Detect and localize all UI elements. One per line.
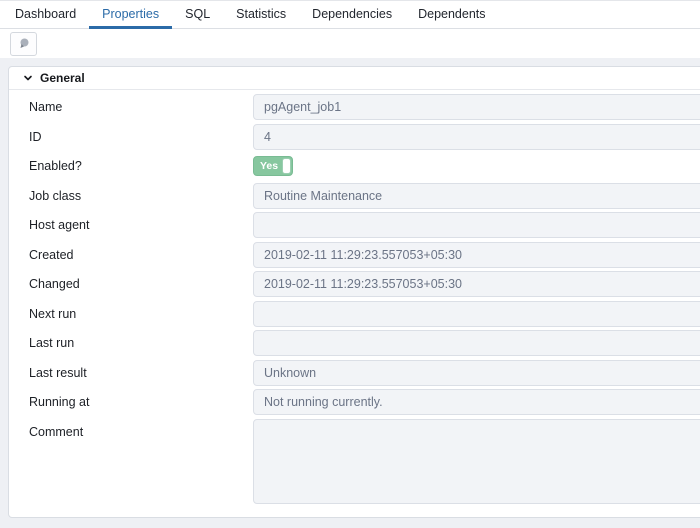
job-class-label: Job class: [29, 183, 253, 209]
tab-properties[interactable]: Properties: [89, 1, 172, 29]
created-field[interactable]: 2019-02-11 11:29:23.557053+05:30: [253, 242, 700, 268]
running-at-field[interactable]: Not running currently.: [253, 389, 700, 415]
comment-field[interactable]: [253, 419, 700, 504]
changed-field[interactable]: 2019-02-11 11:29:23.557053+05:30: [253, 271, 700, 297]
tab-dashboard[interactable]: Dashboard: [2, 1, 89, 29]
host-agent-field[interactable]: [253, 212, 700, 238]
enabled-toggle[interactable]: Yes: [253, 156, 293, 176]
properties-tabbar: Dashboard Properties SQL Statistics Depe…: [0, 0, 700, 29]
field-row-job-class: Job class Routine Maintenance: [9, 183, 700, 209]
field-row-enabled: Enabled? Yes: [9, 153, 700, 179]
enabled-toggle-text: Yes: [260, 160, 278, 172]
tab-sql[interactable]: SQL: [172, 1, 223, 29]
tab-dependencies[interactable]: Dependencies: [299, 1, 405, 29]
field-row-host-agent: Host agent: [9, 212, 700, 238]
tab-statistics[interactable]: Statistics: [223, 1, 299, 29]
general-section-header[interactable]: General: [9, 67, 700, 90]
name-field[interactable]: pgAgent_job1: [253, 94, 700, 120]
last-result-field[interactable]: Unknown: [253, 360, 700, 386]
next-run-label: Next run: [29, 301, 253, 327]
field-row-created: Created 2019-02-11 11:29:23.557053+05:30: [9, 242, 700, 268]
last-result-label: Last result: [29, 360, 253, 386]
host-agent-label: Host agent: [29, 212, 253, 238]
enabled-label: Enabled?: [29, 153, 253, 179]
properties-toolbar: [0, 29, 700, 58]
created-label: Created: [29, 242, 253, 268]
pencil-icon: [17, 37, 31, 51]
last-run-field[interactable]: [253, 330, 700, 356]
changed-label: Changed: [29, 271, 253, 297]
chevron-down-icon: [23, 73, 33, 83]
id-field[interactable]: 4: [253, 124, 700, 150]
next-run-field[interactable]: [253, 301, 700, 327]
field-row-name: Name pgAgent_job1: [9, 94, 700, 120]
running-at-label: Running at: [29, 389, 253, 415]
general-section-title: General: [40, 71, 85, 85]
last-run-label: Last run: [29, 330, 253, 356]
id-label: ID: [29, 124, 253, 150]
comment-label: Comment: [29, 419, 253, 445]
field-row-last-result: Last result Unknown: [9, 360, 700, 386]
field-row-id: ID 4: [9, 124, 700, 150]
field-row-comment: Comment: [9, 419, 700, 504]
name-label: Name: [29, 94, 253, 120]
toggle-knob: [282, 158, 291, 174]
field-row-last-run: Last run: [9, 330, 700, 356]
job-class-field[interactable]: Routine Maintenance: [253, 183, 700, 209]
edit-object-button[interactable]: [10, 32, 37, 56]
general-section-body: Name pgAgent_job1 ID 4 Enabled? Yes Job …: [9, 90, 700, 504]
general-panel: General Name pgAgent_job1 ID 4 Enabled? …: [8, 66, 700, 518]
field-row-running-at: Running at Not running currently.: [9, 389, 700, 415]
tab-dependents[interactable]: Dependents: [405, 1, 498, 29]
properties-content: General Name pgAgent_job1 ID 4 Enabled? …: [0, 58, 700, 528]
field-row-changed: Changed 2019-02-11 11:29:23.557053+05:30: [9, 271, 700, 297]
field-row-next-run: Next run: [9, 301, 700, 327]
